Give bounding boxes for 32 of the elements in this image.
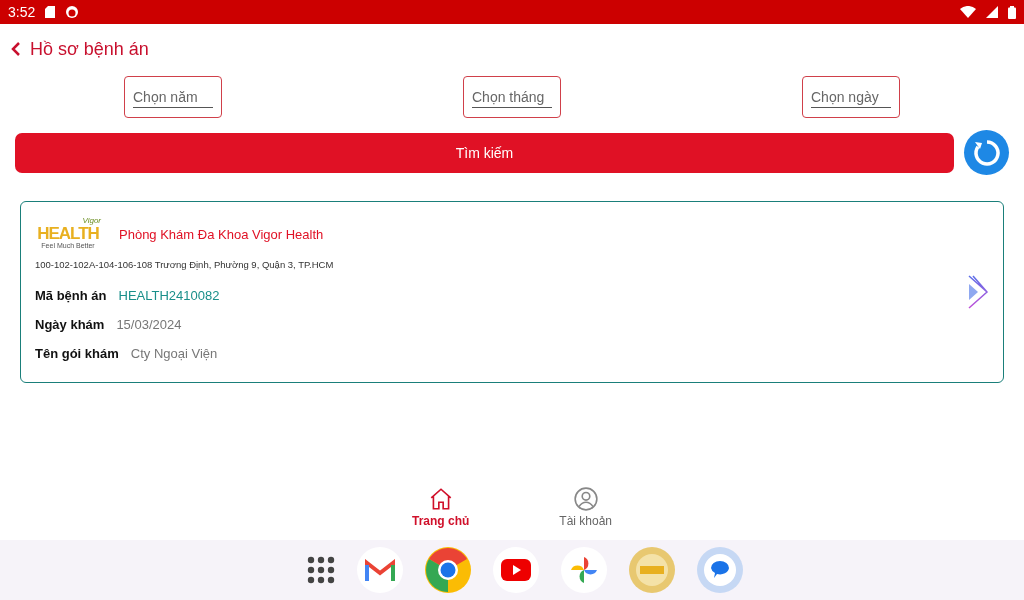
search-button[interactable]: Tìm kiếm: [15, 132, 954, 173]
status-time: 3:52: [8, 4, 36, 20]
dropdown-field[interactable]: Chọn tháng: [463, 76, 561, 118]
video-app-icon[interactable]: [493, 547, 539, 593]
battery-icon: [1008, 5, 1016, 19]
messages-app-icon[interactable]: [697, 547, 743, 593]
dropdown-field[interactable]: Chọn ngày: [802, 76, 900, 118]
chevron-right-icon[interactable]: [967, 275, 989, 309]
refresh-icon: [971, 137, 1002, 168]
field-label: Tên gói khám: [35, 345, 119, 361]
nav-tab[interactable]: Trang chủ: [411, 486, 470, 536]
browser-app-icon[interactable]: [425, 547, 471, 593]
mail-app-icon[interactable]: [357, 547, 403, 593]
dropdown-field[interactable]: Chọn năm: [124, 76, 222, 118]
field-label: Mã bệnh án: [35, 287, 107, 303]
refresh-button[interactable]: [964, 130, 1009, 175]
page-title: Hồ sơ bệnh án: [30, 38, 149, 60]
signal-icon: [986, 6, 998, 18]
app-notification-icon: [65, 5, 80, 19]
sd-card-icon: [45, 6, 56, 18]
wifi-icon: [960, 6, 976, 18]
field-value: Cty Ngoại Viện: [130, 345, 218, 361]
nav-tab[interactable]: Tài khoản: [559, 486, 612, 536]
field-label: Ngày khám: [35, 316, 105, 332]
photos-app-icon[interactable]: [561, 547, 607, 593]
user-icon: [572, 486, 599, 512]
clinic-address: 100-102-102A-104-106-108 Trương Định, Phường 9, Quận 3, TP.HCM: [35, 258, 335, 270]
clinic-name: Phòng Khám Đa Khoa Vigor Health: [119, 227, 324, 242]
app-drawer-icon[interactable]: [307, 556, 335, 584]
field-value: 15/03/2024: [116, 316, 182, 332]
back-icon[interactable]: [10, 41, 22, 57]
field-value: HEALTH2410082: [118, 287, 220, 303]
